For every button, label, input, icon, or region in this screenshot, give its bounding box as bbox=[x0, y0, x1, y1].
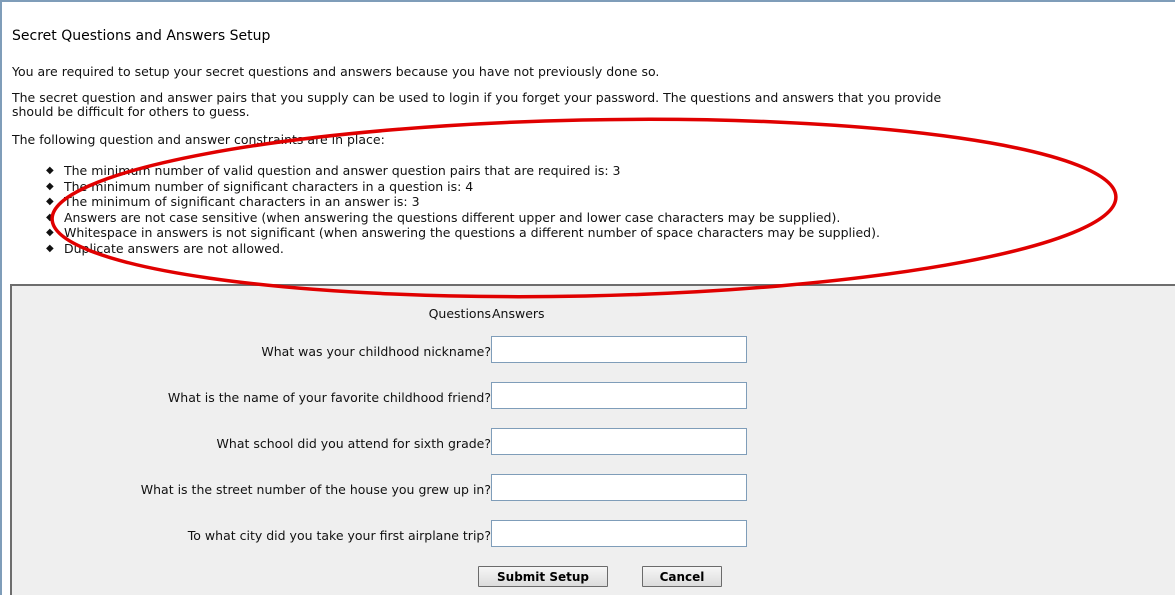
constraints-heading: The following question and answer constr… bbox=[12, 132, 385, 147]
cancel-button[interactable]: Cancel bbox=[642, 566, 722, 587]
constraint-text: Duplicate answers are not allowed. bbox=[64, 240, 284, 256]
list-item: ◆ The minimum number of valid question an… bbox=[40, 163, 880, 179]
question-label-2: What is the name of your favorite childh… bbox=[167, 390, 491, 405]
bullet-icon: ◆ bbox=[46, 180, 54, 192]
constraint-text: The minimum of significant characters in… bbox=[64, 194, 420, 209]
submit-setup-button[interactable]: Submit Setup bbox=[478, 566, 608, 587]
list-item: ◆ Answers are not case sensitive (when an… bbox=[40, 210, 880, 226]
questions-form: Questions Answers What was your childhoo… bbox=[12, 286, 1175, 595]
page-title: Secret Questions and Answers Setup bbox=[12, 28, 271, 44]
constraint-text: Answers are not case sensitive (when ans… bbox=[64, 209, 841, 225]
bullet-icon: ◆ bbox=[46, 211, 54, 223]
intro-pairs-text: The secret question and answer pairs tha… bbox=[12, 91, 941, 119]
constraint-text: The minimum number of significant charac… bbox=[64, 178, 474, 194]
intro-pairs-line-2: should be difficult for others to guess. bbox=[12, 104, 250, 119]
constraint-text: The minimum number of valid question and… bbox=[64, 163, 621, 178]
question-label-4: What is the street number of the house y… bbox=[140, 482, 491, 497]
answer-input-4[interactable] bbox=[491, 474, 747, 501]
answer-input-1[interactable] bbox=[491, 336, 747, 363]
answer-input-2[interactable] bbox=[491, 382, 747, 409]
bullet-icon: ◆ bbox=[46, 227, 54, 238]
list-item: ◆ Duplicate answers are not allowed. bbox=[40, 241, 880, 257]
bullet-icon: ◆ bbox=[46, 165, 54, 176]
question-label-5: To what city did you take your first air… bbox=[187, 528, 491, 543]
question-label-1: What was your childhood nickname? bbox=[261, 344, 491, 359]
list-item: ◆ Whitespace in answers is not significan… bbox=[40, 225, 880, 241]
question-label-3: What school did you attend for sixth gra… bbox=[216, 436, 491, 451]
answer-input-3[interactable] bbox=[491, 428, 747, 455]
questions-form-panel: Questions Answers What was your childhoo… bbox=[10, 284, 1175, 595]
intro-required-text: You are required to setup your secret qu… bbox=[12, 64, 660, 79]
questions-column-header: Questions bbox=[428, 306, 491, 321]
list-item: ◆ The minimum number of significant chara… bbox=[40, 179, 880, 195]
intro-pairs-line-1: The secret question and answer pairs tha… bbox=[12, 90, 942, 105]
answer-input-5[interactable] bbox=[491, 520, 747, 547]
constraint-text: Whitespace in answers is not significant… bbox=[64, 225, 880, 240]
answers-column-header: Answers bbox=[492, 306, 545, 321]
bullet-icon: ◆ bbox=[46, 196, 54, 207]
constraints-list: ◆ The minimum number of valid question an… bbox=[40, 163, 880, 256]
list-item: ◆ The minimum of significant characters i… bbox=[40, 194, 880, 210]
bullet-icon: ◆ bbox=[46, 242, 54, 254]
